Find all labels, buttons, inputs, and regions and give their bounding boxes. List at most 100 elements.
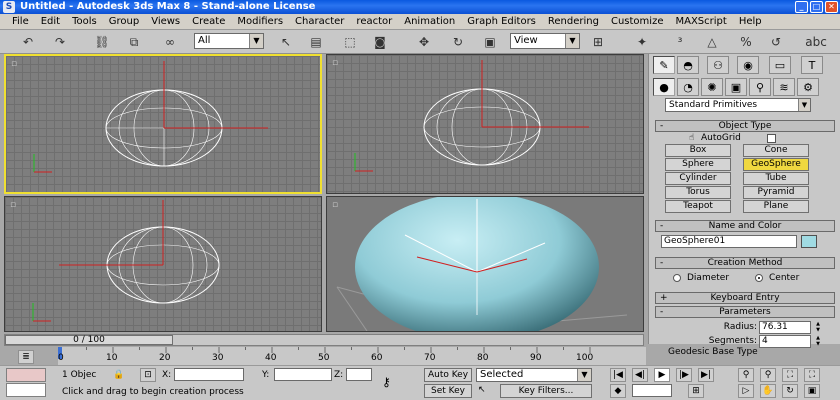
menu-graph-editors[interactable]: Graph Editors	[461, 14, 542, 29]
diameter-radio[interactable]	[673, 274, 681, 282]
menu-customize[interactable]: Customize	[605, 14, 670, 29]
viewport-left[interactable]: ▫	[4, 196, 322, 332]
menu-views[interactable]: Views	[145, 14, 186, 29]
key-mode-dropdown[interactable]: Selected ▼	[476, 368, 592, 382]
named-selection-sets-icon[interactable]: abc	[805, 33, 827, 51]
angle-snap-icon[interactable]: △	[702, 33, 722, 51]
select-and-link-icon[interactable]: ⛓	[92, 33, 112, 51]
space-warps-icon[interactable]: ≋	[773, 78, 795, 96]
menu-file[interactable]: File	[6, 14, 35, 29]
segments-spinner[interactable]: ▲ ▼	[813, 335, 823, 348]
snap-toggle-icon[interactable]: ³	[670, 33, 690, 51]
previous-frame-icon[interactable]: ◀|	[632, 368, 648, 382]
object-type-rollout[interactable]: - Object Type	[655, 120, 835, 132]
display-tab-icon[interactable]: ▭	[769, 56, 791, 74]
maximize-button[interactable]: □	[810, 1, 823, 13]
create-tab-icon[interactable]: ✎	[653, 56, 675, 74]
menu-create[interactable]: Create	[186, 14, 231, 29]
app-icon[interactable]: S	[3, 1, 15, 13]
go-to-start-icon[interactable]: |◀	[610, 368, 626, 382]
key-mode-toggle-icon[interactable]: ↖	[478, 384, 486, 396]
rectangular-selection-icon[interactable]: ⬚	[340, 33, 360, 51]
pan-icon[interactable]: ✋	[760, 384, 776, 398]
menu-modifiers[interactable]: Modifiers	[231, 14, 289, 29]
cone-button[interactable]: Cone	[743, 144, 809, 157]
systems-icon[interactable]: ⚙	[797, 78, 819, 96]
reference-coordinate-dropdown[interactable]: View ▼	[510, 33, 580, 49]
shapes-icon[interactable]: ◔	[677, 78, 699, 96]
primitive-category-dropdown[interactable]: Standard Primitives ▼	[665, 98, 811, 112]
maximize-viewport-icon[interactable]: ▣	[804, 384, 820, 398]
unlink-selection-icon[interactable]: ⧉	[124, 33, 144, 51]
radius-spinner[interactable]: ▲ ▼	[813, 321, 823, 334]
object-color-swatch[interactable]	[801, 235, 817, 248]
autogrid-checkbox[interactable]	[767, 134, 776, 143]
cylinder-button[interactable]: Cylinder	[665, 172, 731, 185]
zoom-icon[interactable]: ⚲	[738, 368, 754, 382]
next-frame-icon[interactable]: |▶	[676, 368, 692, 382]
current-frame-field[interactable]	[632, 384, 672, 397]
field-of-view-icon[interactable]: ▷	[738, 384, 754, 398]
teapot-button[interactable]: Teapot	[665, 200, 731, 213]
key-icon[interactable]: ⚷	[382, 376, 391, 388]
keyboard-entry-rollout[interactable]: + Keyboard Entry	[655, 292, 835, 304]
menu-rendering[interactable]: Rendering	[542, 14, 605, 29]
undo-icon[interactable]: ↶	[18, 33, 38, 51]
modify-tab-icon[interactable]: ◓	[677, 56, 699, 74]
tube-button[interactable]: Tube	[743, 172, 809, 185]
close-button[interactable]: ✕	[825, 1, 838, 13]
mini-curve-editor-icon[interactable]: ≣	[18, 350, 34, 364]
maxscript-input-mini[interactable]	[6, 383, 46, 397]
zoom-extents-icon[interactable]: ⛶	[782, 368, 798, 382]
auto-key-button[interactable]: Auto Key	[424, 368, 472, 382]
sphere-button[interactable]: Sphere	[665, 158, 731, 171]
viewport-front[interactable]: ▫	[326, 54, 644, 194]
x-coordinate-field[interactable]	[174, 368, 244, 381]
geometry-icon[interactable]: ●	[653, 78, 675, 96]
segments-field[interactable]: 4	[759, 335, 811, 348]
box-button[interactable]: Box	[665, 144, 731, 157]
creation-method-rollout[interactable]: - Creation Method	[655, 257, 835, 269]
menu-character[interactable]: Character	[289, 14, 350, 29]
pyramid-button[interactable]: Pyramid	[743, 186, 809, 199]
time-configuration-icon[interactable]: ⊞	[688, 384, 704, 398]
select-and-manipulate-icon[interactable]: ✦	[632, 33, 652, 51]
object-name-field[interactable]: GeoSphere01	[661, 235, 797, 248]
arc-rotate-icon[interactable]: ↻	[782, 384, 798, 398]
percent-snap-icon[interactable]: %	[736, 33, 756, 51]
track-bar[interactable]: 0 10 20 30 40 50 60 70 80 90 100	[58, 347, 646, 365]
pivot-point-center-icon[interactable]: ⊞	[588, 33, 608, 51]
helpers-icon[interactable]: ⚲	[749, 78, 771, 96]
select-object-icon[interactable]: ↖	[276, 33, 296, 51]
key-filters-button[interactable]: Key Filters...	[500, 384, 592, 398]
menu-help[interactable]: Help	[733, 14, 768, 29]
key-mode-icon[interactable]: ◆	[610, 384, 626, 398]
play-icon[interactable]: ▶	[654, 368, 670, 382]
y-coordinate-field[interactable]	[274, 368, 332, 381]
select-by-name-icon[interactable]: ▤	[306, 33, 326, 51]
redo-icon[interactable]: ↷	[50, 33, 70, 51]
menu-maxscript[interactable]: MAXScript	[669, 14, 732, 29]
set-key-button[interactable]: Set Key	[424, 384, 472, 398]
motion-tab-icon[interactable]: ◉	[737, 56, 759, 74]
absolute-mode-icon[interactable]: ⊡	[140, 368, 156, 382]
bind-to-space-warp-icon[interactable]: ∞	[160, 33, 180, 51]
cameras-icon[interactable]: ▣	[725, 78, 747, 96]
menu-group[interactable]: Group	[103, 14, 145, 29]
select-and-move-icon[interactable]: ✥	[414, 33, 434, 51]
minimize-button[interactable]: _	[795, 1, 808, 13]
z-coordinate-field[interactable]	[346, 368, 372, 381]
viewport-top[interactable]: ▫	[4, 54, 322, 194]
go-to-end-icon[interactable]: ▶|	[698, 368, 714, 382]
selection-filter-dropdown[interactable]: All ▼	[194, 33, 264, 49]
zoom-extents-all-icon[interactable]: ⛶	[804, 368, 820, 382]
lock-icon[interactable]: 🔒	[113, 369, 124, 381]
geosphere-button[interactable]: GeoSphere	[743, 158, 809, 171]
zoom-all-icon[interactable]: ⚲	[760, 368, 776, 382]
parameters-rollout[interactable]: - Parameters	[655, 306, 835, 318]
menu-animation[interactable]: Animation	[398, 14, 461, 29]
menu-edit[interactable]: Edit	[35, 14, 66, 29]
time-slider-track[interactable]: 0 / 100	[4, 334, 644, 346]
lights-icon[interactable]: ✺	[701, 78, 723, 96]
spinner-snap-icon[interactable]: ↺	[766, 33, 786, 51]
